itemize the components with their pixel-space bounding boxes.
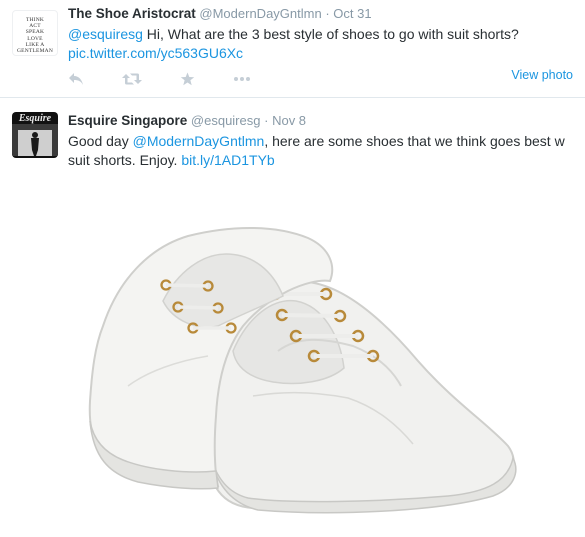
bitly-link[interactable]: bit.ly/1AD1TYb xyxy=(181,152,274,168)
avatar-esquire-singapore[interactable]: Esquire xyxy=(12,112,58,158)
tweet-timestamp[interactable]: Oct 31 xyxy=(333,6,371,21)
tweet-text: @esquiresg Hi, What are the 3 best style… xyxy=(68,25,568,63)
avatar-figure-icon xyxy=(12,124,58,156)
separator-dot: · xyxy=(264,113,269,128)
user-fullname[interactable]: Esquire Singapore xyxy=(68,113,187,128)
avatar-text: THINK ACT SPEAK LOVE LIKE A GENTLEMAN xyxy=(13,11,57,54)
mention-link[interactable]: @esquiresg xyxy=(68,26,143,42)
pic-link[interactable]: pic.twitter.com/yc563GU6Xc xyxy=(68,45,243,61)
tweet-text: Good day @ModernDayGntlmn, here are some… xyxy=(68,132,568,170)
tweet-photo-sneakers[interactable] xyxy=(68,186,530,526)
separator-dot: · xyxy=(325,6,330,21)
retweet-icon[interactable] xyxy=(122,72,142,86)
tweet-body-start: Good day xyxy=(68,133,133,149)
tweet-actions xyxy=(68,70,289,88)
favorite-icon[interactable] xyxy=(180,72,195,86)
view-photo-link[interactable]: View photo xyxy=(511,68,573,82)
tweet-body: Hi, What are the 3 best style of shoes t… xyxy=(142,26,519,42)
user-handle[interactable]: @ModernDayGntlmn xyxy=(199,6,321,21)
tweet-esquire-singapore[interactable]: Esquire Esquire Singapore @esquiresg · N… xyxy=(0,97,585,537)
mention-link[interactable]: @ModernDayGntlmn xyxy=(133,133,265,149)
avatar-shoe-aristocrat[interactable]: THINK ACT SPEAK LOVE LIKE A GENTLEMAN xyxy=(12,10,58,56)
esquire-logo: Esquire xyxy=(18,113,52,124)
tweet-timestamp[interactable]: Nov 8 xyxy=(272,113,306,128)
more-icon[interactable] xyxy=(233,76,251,82)
tweet-header: The Shoe Aristocrat @ModernDayGntlmn · O… xyxy=(68,6,372,21)
user-fullname[interactable]: The Shoe Aristocrat xyxy=(68,6,196,21)
tweet-shoe-aristocrat[interactable]: THINK ACT SPEAK LOVE LIKE A GENTLEMAN Th… xyxy=(0,0,585,97)
user-handle[interactable]: @esquiresg xyxy=(191,113,261,128)
tweet-header: Esquire Singapore @esquiresg · Nov 8 xyxy=(68,113,306,128)
avatar-line: GENTLEMAN xyxy=(16,48,54,55)
reply-icon[interactable] xyxy=(68,72,84,86)
